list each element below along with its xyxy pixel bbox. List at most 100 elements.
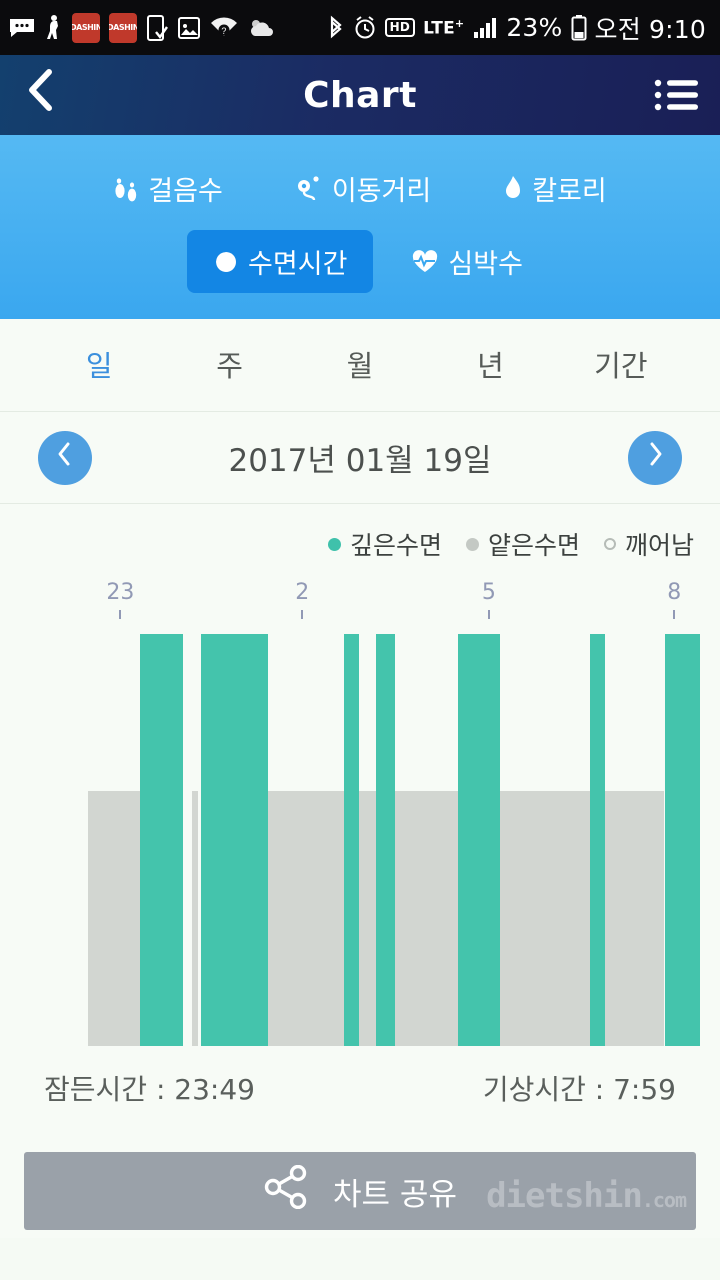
period-tab-day[interactable]: 일 (34, 343, 164, 385)
phone-check-icon (146, 14, 168, 42)
metric-tab-label: 이동거리 (331, 176, 432, 207)
light-sleep-bar (88, 790, 141, 1046)
share-nodes-icon (263, 1164, 311, 1217)
legend-swatch-deep-icon (327, 537, 341, 551)
metric-tab-calories[interactable]: 칼로리 (493, 163, 617, 214)
moon-icon (213, 249, 239, 275)
x-axis-tick-mark (301, 610, 304, 619)
light-sleep-bar (605, 790, 665, 1046)
next-date-button[interactable] (628, 430, 682, 485)
x-axis-tick-label: 8 (667, 580, 682, 605)
chart-x-axis: 23 2 5 8 (0, 582, 720, 628)
deep-sleep-bar (664, 634, 700, 1046)
metric-tab-label: 수면시간 (248, 249, 348, 280)
sleep-start-label: 잠든시간 : 23:49 (44, 1073, 255, 1106)
status-bar: DASHIN DASHIN ? HD LTE+ 23% 오전 9:10 (0, 0, 720, 55)
status-bar-icons: DASHIN DASHIN ? (8, 12, 327, 43)
alarm-icon (353, 15, 377, 41)
metric-tabs: 걸음수 이동거리 칼로리 수면시간 심박수 (0, 135, 720, 319)
signal-icon (472, 16, 498, 40)
metric-tab-sleep[interactable]: 수면시간 (187, 230, 374, 293)
legend-label: 깊은수면 (349, 531, 442, 560)
dashin-badge-icon: DASHIN (109, 12, 137, 43)
legend-item-deep-sleep: 깊은수면 (327, 526, 442, 562)
chevron-left-icon (56, 441, 74, 474)
bluetooth-icon (327, 15, 345, 41)
wake-time-label: 기상시간 : 7:59 (482, 1073, 676, 1106)
sleep-summary: 잠든시간 : 23:49 기상시간 : 7:59 (0, 1046, 720, 1118)
x-axis-tick: 2 (295, 582, 309, 619)
legend-swatch-light-icon (465, 537, 479, 551)
menu-button[interactable] (634, 55, 720, 135)
sd-card-icon (177, 15, 201, 41)
flame-icon (503, 174, 523, 204)
light-sleep-bar (499, 790, 590, 1046)
legend-label: 깨어남 (624, 531, 694, 560)
share-section: 차트 공유 dietshin.com (0, 1118, 720, 1238)
x-axis-tick-label: 5 (481, 580, 496, 605)
x-axis-tick-mark (119, 610, 122, 619)
list-menu-icon (654, 78, 700, 112)
light-sleep-bar (192, 790, 199, 1046)
fitness-icon (45, 14, 63, 42)
metric-tab-label: 걸음수 (148, 176, 223, 207)
x-axis-tick-label: 2 (295, 580, 310, 605)
legend-item-light-sleep: 얕은수면 (465, 526, 580, 562)
x-axis-tick-mark (487, 610, 490, 619)
back-button[interactable] (0, 55, 80, 135)
message-icon (8, 17, 36, 39)
light-sleep-bar (267, 790, 344, 1046)
metric-tabs-row-2: 수면시간 심박수 (0, 230, 720, 293)
chart-plot-area (0, 634, 720, 1046)
metric-tab-heartrate[interactable]: 심박수 (401, 236, 533, 287)
x-axis-tick-label: 23 (106, 580, 135, 605)
chart-legend: 깊은수면 얕은수면 깨어남 (0, 514, 720, 568)
x-axis-tick-mark (673, 610, 676, 619)
lte-plus-icon: LTE+ (423, 16, 465, 39)
deep-sleep-bar (201, 634, 268, 1046)
legend-item-awake: 깨어남 (603, 526, 694, 562)
chevron-left-icon (23, 67, 57, 123)
x-axis-tick: 23 (106, 582, 134, 619)
chevron-right-icon (646, 441, 664, 474)
svg-text:?: ? (221, 26, 226, 36)
deep-sleep-bar (343, 634, 360, 1046)
route-pin-icon (295, 174, 323, 204)
page-title: Chart (303, 74, 417, 116)
legend-swatch-awake-icon (603, 538, 616, 550)
x-axis-tick: 8 (667, 582, 681, 619)
prev-date-button[interactable] (38, 430, 92, 485)
clock-time: 오전 9:10 (594, 14, 706, 44)
hd-icon: HD (384, 18, 416, 37)
deep-sleep-bar (375, 634, 396, 1046)
metric-tabs-row-1: 걸음수 이동거리 칼로리 (0, 163, 720, 214)
metric-tab-distance[interactable]: 이동거리 (285, 163, 441, 214)
current-date-label: 2017년 01월 19일 (228, 443, 492, 479)
date-navigator: 2017년 01월 19일 (0, 412, 720, 504)
share-chart-label: 차트 공유 (333, 1176, 457, 1213)
status-bar-system: HD LTE+ 23% 오전 9:10 (327, 10, 706, 46)
metric-tab-label: 심박수 (448, 249, 523, 280)
battery-icon (571, 14, 587, 42)
battery-percent: 23% (506, 13, 563, 42)
share-chart-button[interactable]: 차트 공유 (24, 1152, 696, 1230)
period-tab-range[interactable]: 기간 (556, 343, 686, 385)
dashin-badge-icon: DASHIN (72, 12, 100, 43)
light-sleep-bar (359, 790, 376, 1046)
period-tab-month[interactable]: 월 (295, 343, 425, 385)
period-tabs: 일 주 월 년 기간 (0, 319, 720, 412)
x-axis-tick: 5 (482, 582, 496, 619)
legend-label: 얕은수면 (487, 531, 580, 560)
sleep-chart: 깊은수면 얕은수면 깨어남 23 2 5 8 (0, 504, 720, 1046)
period-tab-year[interactable]: 년 (425, 343, 555, 385)
footprints-icon (113, 174, 139, 204)
light-sleep-bar (395, 790, 459, 1046)
period-tab-week[interactable]: 주 (164, 343, 294, 385)
deep-sleep-bar (589, 634, 606, 1046)
deep-sleep-bar (140, 634, 183, 1046)
weather-icon (247, 16, 275, 40)
heartbeat-icon (411, 249, 439, 275)
deep-sleep-bar (458, 634, 500, 1046)
metric-tab-steps[interactable]: 걸음수 (103, 163, 233, 214)
app-header: Chart (0, 55, 720, 135)
